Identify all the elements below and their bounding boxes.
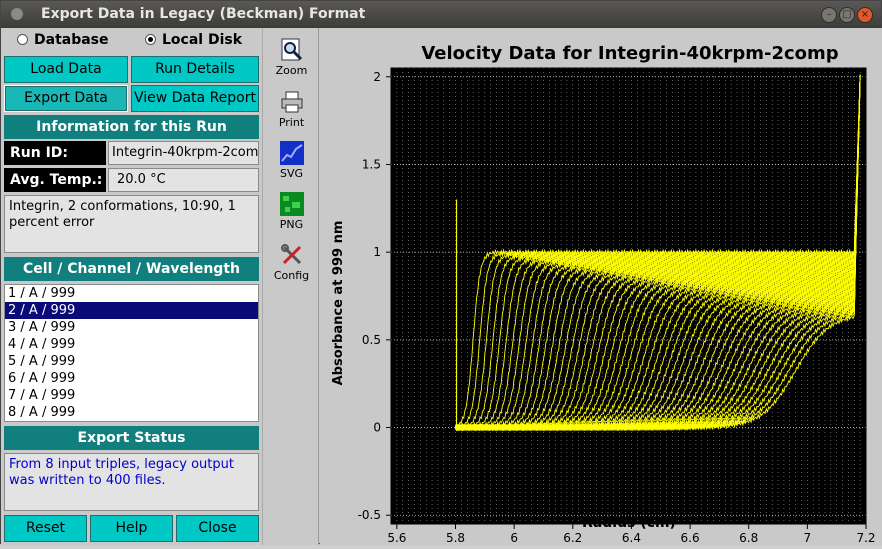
x-tick-label: 6.2 xyxy=(563,531,582,545)
list-item[interactable]: 3 / A / 999 xyxy=(5,319,258,336)
x-tick-label: 5.6 xyxy=(387,531,406,545)
radio-local-disk[interactable]: Local Disk xyxy=(145,32,242,52)
radio-database[interactable]: Database xyxy=(17,32,109,52)
plot-toolbar: Zoom Print SVG PNG Config xyxy=(262,28,319,545)
zoom-label: Zoom xyxy=(275,64,308,77)
load-data-button[interactable]: Load Data xyxy=(4,56,128,83)
printer-icon xyxy=(281,91,302,113)
radio-local-disk-indicator[interactable] xyxy=(145,34,156,45)
x-tick-label: 7 xyxy=(804,531,812,545)
run-id-label: Run ID: xyxy=(4,141,106,165)
run-details-button[interactable]: Run Details xyxy=(131,56,259,83)
radio-database-indicator[interactable] xyxy=(17,34,28,45)
title-bar: Export Data in Legacy (Beckman) Format –… xyxy=(1,1,881,28)
list-item[interactable]: 4 / A / 999 xyxy=(5,336,258,353)
list-item[interactable]: 8 / A / 999 xyxy=(5,404,258,421)
export-data-button[interactable]: Export Data xyxy=(4,85,128,112)
y-tick-label: 0.5 xyxy=(362,333,381,347)
list-item-selected[interactable]: 2 / A / 999 xyxy=(5,302,258,319)
close-button[interactable]: Close xyxy=(176,515,259,542)
avg-temp-field: 20.0 °C xyxy=(108,168,259,192)
list-item[interactable]: 5 / A / 999 xyxy=(5,353,258,370)
svg-label: SVG xyxy=(279,167,304,180)
config-tool[interactable]: Config xyxy=(263,243,320,282)
run-id-field: Integrin-40krpm-2comp xyxy=(108,141,259,165)
print-label: Print xyxy=(278,116,305,129)
zoom-icon xyxy=(281,38,302,61)
chart-title: Velocity Data for Integrin-40krpm-2comp xyxy=(421,43,838,64)
app-menu-icon[interactable] xyxy=(11,8,23,20)
x-tick-label: 6.8 xyxy=(739,531,758,545)
x-tick-label: 6 xyxy=(510,531,518,545)
velocity-chart[interactable]: Velocity Data for Integrin-40krpm-2comp … xyxy=(320,28,882,545)
list-item[interactable]: 7 / A / 999 xyxy=(5,387,258,404)
png-icon xyxy=(279,192,304,216)
window-title: Export Data in Legacy (Beckman) Format xyxy=(41,6,366,22)
avg-temp-label: Avg. Temp.: xyxy=(4,168,106,192)
minimize-icon[interactable]: – xyxy=(821,7,837,23)
export-status-header: Export Status xyxy=(4,426,259,450)
list-item[interactable]: 1 / A / 999 xyxy=(5,285,258,302)
x-tick-label: 5.8 xyxy=(446,531,465,545)
png-label: PNG xyxy=(279,218,304,231)
x-axis-label: Radius (cm) xyxy=(582,515,676,531)
left-panel: Database Local Disk Load Data Run Detail… xyxy=(1,28,262,545)
y-tick-label: 1.5 xyxy=(362,157,381,171)
run-info-header: Information for this Run xyxy=(4,115,259,139)
y-axis-label: Absorbance at 999 nm xyxy=(331,221,346,386)
help-button[interactable]: Help xyxy=(90,515,173,542)
print-tool[interactable]: Print xyxy=(263,90,320,129)
svg-tool[interactable]: SVG xyxy=(263,141,320,180)
export-window: Export Data in Legacy (Beckman) Format –… xyxy=(0,0,882,545)
plot-area: Velocity Data for Integrin-40krpm-2comp … xyxy=(320,28,882,545)
svg-icon xyxy=(279,141,304,165)
radio-database-label: Database xyxy=(34,32,109,48)
reset-button[interactable]: Reset xyxy=(4,515,87,542)
y-tick-label: 1 xyxy=(373,245,381,259)
y-tick-label: -0.5 xyxy=(358,508,381,522)
config-label: Config xyxy=(273,269,310,282)
run-description: Integrin, 2 conformations, 10:90, 1 perc… xyxy=(4,195,259,253)
png-tool[interactable]: PNG xyxy=(263,192,320,231)
close-window-icon[interactable]: × xyxy=(857,7,873,23)
radio-local-disk-label: Local Disk xyxy=(162,32,243,48)
y-tick-label: 2 xyxy=(373,70,381,84)
x-tick-label: 6.6 xyxy=(681,531,700,545)
x-tick-label: 6.4 xyxy=(622,531,641,545)
triples-header: Cell / Channel / Wavelength xyxy=(4,257,259,281)
zoom-tool[interactable]: Zoom xyxy=(263,38,320,77)
config-icon xyxy=(280,244,301,265)
list-item[interactable]: 6 / A / 999 xyxy=(5,370,258,387)
view-data-report-button[interactable]: View Data Report xyxy=(131,85,259,112)
maximize-icon[interactable]: □ xyxy=(839,7,855,23)
export-status-message: From 8 input triples, legacy output was … xyxy=(4,453,259,511)
triples-list: 1 / A / 999 2 / A / 999 3 / A / 999 4 / … xyxy=(4,284,259,422)
y-tick-label: 0 xyxy=(373,421,381,435)
x-tick-label: 7.2 xyxy=(856,531,875,545)
